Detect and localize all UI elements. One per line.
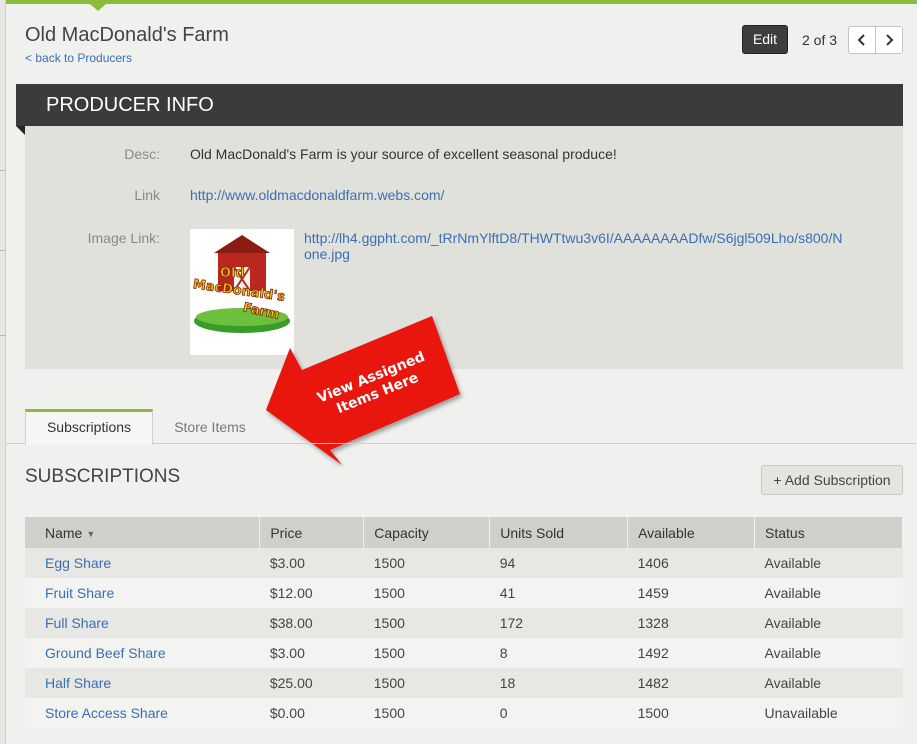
caret-down-icon: ▼ <box>86 528 96 539</box>
row-price-cell: $25.00 <box>259 668 364 698</box>
column-header-available[interactable]: Available <box>627 517 756 548</box>
row-available-cell: 1500 <box>627 698 755 728</box>
row-units-sold-cell: 18 <box>489 668 628 698</box>
row-capacity-cell: 1500 <box>363 548 490 578</box>
subscription-name-link[interactable]: Full Share <box>45 615 109 631</box>
row-price-cell: $38.00 <box>259 608 364 638</box>
column-header-name[interactable]: Name ▼ <box>25 517 261 548</box>
desc-label: Desc: <box>124 146 160 162</box>
row-name-cell[interactable]: Fruit Share <box>25 578 260 608</box>
row-price-cell: $12.00 <box>259 578 364 608</box>
banner-fold <box>16 126 25 135</box>
row-capacity-cell: 1500 <box>363 578 490 608</box>
row-available-cell: 1482 <box>627 668 755 698</box>
top-notch-indicator <box>90 4 106 11</box>
table-row: Half Share $25.00 1500 18 1482 Available <box>25 668 903 698</box>
tab-store-items[interactable]: Store Items <box>158 409 262 444</box>
row-name-cell[interactable]: Egg Share <box>25 548 260 578</box>
row-capacity-cell: 1500 <box>363 698 490 728</box>
row-available-cell: 1492 <box>627 638 755 668</box>
svg-text:Old: Old <box>220 266 245 281</box>
row-units-sold-cell: 41 <box>489 578 628 608</box>
row-status-cell: Available <box>754 548 903 578</box>
image-link-url-continued[interactable]: one.jpg <box>304 246 350 262</box>
row-status-cell: Available <box>754 638 903 668</box>
chevron-left-icon <box>857 34 865 46</box>
add-subscription-button[interactable]: + Add Subscription <box>761 465 903 495</box>
subscriptions-table: Name ▼ Price Capacity Units Sold Availabl… <box>25 517 903 728</box>
row-units-sold-cell: 172 <box>489 608 628 638</box>
table-row: Egg Share $3.00 1500 94 1406 Available <box>25 548 903 578</box>
row-name-cell[interactable]: Half Share <box>25 668 260 698</box>
row-status-cell: Available <box>754 608 903 638</box>
left-edge-strip <box>0 0 6 744</box>
back-to-producers-link[interactable]: < back to Producers <box>25 51 132 65</box>
pager-text: 2 of 3 <box>802 32 838 48</box>
page-title: Old MacDonald's Farm <box>25 24 229 46</box>
link-label: Link <box>134 187 160 203</box>
row-capacity-cell: 1500 <box>363 638 490 668</box>
previous-button[interactable] <box>849 27 875 53</box>
row-available-cell: 1406 <box>627 548 755 578</box>
subscription-name-link[interactable]: Half Share <box>45 675 111 691</box>
row-available-cell: 1328 <box>627 608 755 638</box>
row-name-cell[interactable]: Ground Beef Share <box>25 638 260 668</box>
producer-info-banner: PRODUCER INFO <box>16 84 903 126</box>
table-row: Store Access Share $0.00 1500 0 1500 Una… <box>25 698 903 728</box>
column-header-status[interactable]: Status <box>754 517 903 548</box>
producer-website-link[interactable]: http://www.oldmacdonaldfarm.webs.com/ <box>190 187 444 203</box>
row-status-cell: Unavailable <box>754 698 903 728</box>
subscription-name-link[interactable]: Egg Share <box>45 555 111 571</box>
chevron-right-icon <box>886 34 894 46</box>
row-status-cell: Available <box>754 668 903 698</box>
column-header-price[interactable]: Price <box>259 517 365 548</box>
row-name-cell[interactable]: Full Share <box>25 608 260 638</box>
row-status-cell: Available <box>754 578 903 608</box>
top-accent-bar <box>0 0 917 4</box>
row-name-cell[interactable]: Store Access Share <box>25 698 260 728</box>
row-units-sold-cell: 8 <box>489 638 628 668</box>
subscription-name-link[interactable]: Fruit Share <box>45 585 114 601</box>
subscription-name-link[interactable]: Store Access Share <box>45 705 168 721</box>
subscription-name-link[interactable]: Ground Beef Share <box>45 645 166 661</box>
row-units-sold-cell: 94 <box>489 548 628 578</box>
next-button[interactable] <box>875 27 902 53</box>
table-row: Ground Beef Share $3.00 1500 8 1492 Avai… <box>25 638 903 668</box>
table-row: Full Share $38.00 1500 172 1328 Availabl… <box>25 608 903 638</box>
desc-value: Old MacDonald's Farm is your source of e… <box>190 146 617 162</box>
row-price-cell: $3.00 <box>259 548 364 578</box>
edit-button[interactable]: Edit <box>742 25 788 54</box>
column-header-units-sold[interactable]: Units Sold <box>489 517 629 548</box>
image-link-url[interactable]: http://lh4.ggpht.com/_tRrNmYlftD8/THWTtw… <box>304 230 842 246</box>
pager-controls <box>848 26 903 54</box>
tab-subscriptions[interactable]: Subscriptions <box>25 409 153 445</box>
table-row: Fruit Share $12.00 1500 41 1459 Availabl… <box>25 578 903 608</box>
row-capacity-cell: 1500 <box>363 608 490 638</box>
image-link-label: Image Link: <box>87 230 160 246</box>
table-header-row: Name ▼ Price Capacity Units Sold Availabl… <box>25 517 903 548</box>
row-available-cell: 1459 <box>627 578 755 608</box>
row-price-cell: $0.00 <box>259 698 364 728</box>
row-units-sold-cell: 0 <box>489 698 628 728</box>
subscriptions-heading: SUBSCRIPTIONS <box>25 466 181 487</box>
row-capacity-cell: 1500 <box>363 668 490 698</box>
column-header-capacity[interactable]: Capacity <box>363 517 491 548</box>
row-price-cell: $3.00 <box>259 638 364 668</box>
